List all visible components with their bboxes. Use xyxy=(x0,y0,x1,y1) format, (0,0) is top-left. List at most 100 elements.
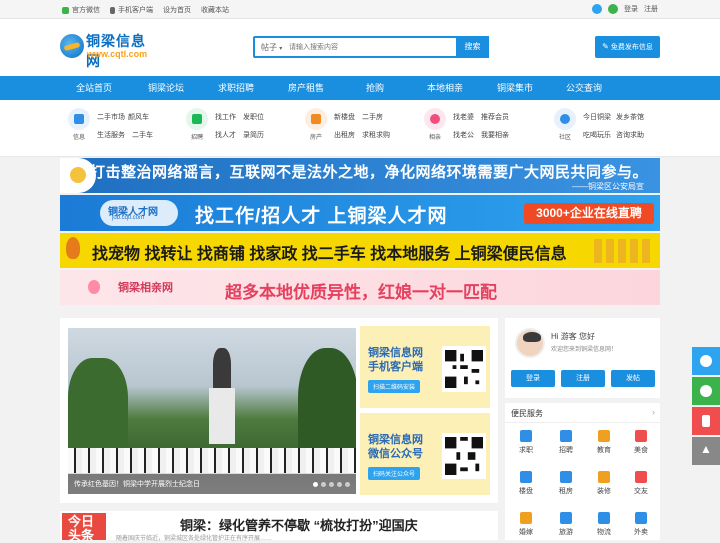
register-button[interactable]: 注册 xyxy=(561,370,605,387)
qr-app-card[interactable]: 铜梁信息网 手机客户端 扫描二维码安装 xyxy=(360,326,490,408)
float-wechat-button[interactable] xyxy=(692,377,720,405)
service-estate[interactable]: 楼盘 xyxy=(507,471,545,501)
service-food[interactable]: 美食 xyxy=(622,430,660,460)
banner-rumor-notice[interactable]: 打击整治网络谣言，互联网不是法外之地，净化网络环境需要广大网民共同参与。 ——铜… xyxy=(60,158,660,193)
category-link[interactable]: 我要相亲 xyxy=(481,130,509,140)
headline-link[interactable]: 铜梁：绿化管养不停歇 “梳妆打扮”迎国庆 xyxy=(180,515,418,534)
service-decor[interactable]: 装修 xyxy=(585,471,623,501)
service-friends[interactable]: 交友 xyxy=(622,471,660,501)
service-wedding[interactable]: 婚嫁 xyxy=(507,512,545,542)
today-headline-badge: 今日 头条 xyxy=(62,513,106,543)
float-top-button[interactable]: ▲ xyxy=(692,437,720,465)
slide-dot[interactable] xyxy=(337,482,342,487)
category-link[interactable]: 找老公 xyxy=(453,130,474,140)
search-box: 帖子 ▾ 搜索 xyxy=(253,36,489,58)
category-link[interactable]: 颜风车 xyxy=(128,112,149,122)
official-wechat-link[interactable]: 官方微信 xyxy=(62,5,100,15)
post-button[interactable]: 发帖 xyxy=(611,370,655,387)
category-link[interactable]: 推荐会员 xyxy=(481,112,509,122)
nav-deals[interactable]: 抢购 xyxy=(343,76,407,100)
nav-market[interactable]: 铜梁集市 xyxy=(483,76,547,100)
category-link[interactable]: 二手房 xyxy=(362,112,383,122)
slide-image xyxy=(68,448,356,473)
float-phone-button[interactable] xyxy=(692,407,720,435)
service-jobseek[interactable]: 求职 xyxy=(507,430,545,460)
house-icon[interactable] xyxy=(305,108,327,130)
category-link[interactable]: 咨询求助 xyxy=(616,130,644,140)
float-service-button[interactable] xyxy=(692,347,720,375)
slide-dot[interactable] xyxy=(321,482,326,487)
qr-wechat-card[interactable]: 铜梁信息网 微信公众号 扫码关注公众号 xyxy=(360,413,490,495)
nav-home[interactable]: 全站首页 xyxy=(62,76,126,100)
service-logistics[interactable]: 物流 xyxy=(585,512,623,542)
qr-install-button[interactable]: 扫描二维码安装 xyxy=(368,380,421,393)
qr-title-line: 微信公众号 xyxy=(368,448,423,460)
nav-dating[interactable]: 本地相亲 xyxy=(413,76,477,100)
register-link[interactable]: 注册 xyxy=(644,4,658,14)
category-link[interactable]: 找人才 xyxy=(215,130,236,140)
category-link[interactable]: 二手市场 xyxy=(97,112,125,122)
slide-image xyxy=(213,348,231,388)
bookmark-link[interactable]: 收藏本站 xyxy=(201,5,229,15)
nav-jobs[interactable]: 求职招聘 xyxy=(204,76,268,100)
rent-icon xyxy=(560,471,572,483)
search-button[interactable]: 搜索 xyxy=(456,36,489,58)
paint-icon xyxy=(598,471,610,483)
service-education[interactable]: 教育 xyxy=(585,430,623,460)
slide-caption: 传承红色基因！铜梁中学开展烈士纪念日 xyxy=(74,481,200,488)
slide-dot[interactable] xyxy=(345,482,350,487)
category-link[interactable]: 二手车 xyxy=(132,130,153,140)
service-rent[interactable]: 租房 xyxy=(547,471,585,501)
chevron-right-icon[interactable]: › xyxy=(652,407,655,417)
category-link[interactable]: 今日铜梁 xyxy=(583,112,611,122)
slide-dot[interactable] xyxy=(329,482,334,487)
service-label: 招聘 xyxy=(559,447,573,454)
category-link[interactable]: 录简历 xyxy=(243,130,264,140)
info-icon[interactable] xyxy=(68,108,90,130)
service-takeout[interactable]: 外卖 xyxy=(622,512,660,542)
banner-services[interactable]: 找宠物 找转让 找商铺 找家政 找二手车 找本地服务 上铜梁便民信息 xyxy=(60,233,660,268)
category-link[interactable]: 发乡茶馆 xyxy=(616,112,644,122)
community-icon[interactable] xyxy=(554,108,576,130)
wechat-login-icon[interactable] xyxy=(608,4,618,14)
mobile-client-link[interactable]: 手机客户端 xyxy=(110,5,153,15)
wechat-icon xyxy=(62,6,69,14)
publish-button[interactable]: ✎ 免费发布信息 xyxy=(595,36,660,58)
banner-talent[interactable]: 铜梁人才网 job.cqtl.com 找工作/招人才 上铜梁人才网 3000+企… xyxy=(60,195,660,231)
set-homepage-link[interactable]: 设为首页 xyxy=(163,5,191,15)
category-link[interactable]: 发职位 xyxy=(243,112,264,122)
category-link[interactable]: 找老婆 xyxy=(453,112,474,122)
category-link[interactable]: 吃喝玩乐 xyxy=(583,130,611,140)
friends-icon xyxy=(635,471,647,483)
banner-dating[interactable]: 铜梁相亲网 超多本地优质异性，红娘一对一匹配 xyxy=(60,270,660,305)
feature-panel: 传承红色基因！铜梁中学开展烈士纪念日 铜梁信息网 手机客户端 扫描二维码安装 铜梁… xyxy=(60,318,498,503)
category-link[interactable]: 新楼盘 xyxy=(334,112,355,122)
category-link[interactable]: 找工作 xyxy=(215,112,236,122)
site-logo[interactable]: 铜梁信息网 www.cqtl.com xyxy=(60,31,160,70)
news-slideshow[interactable]: 传承红色基因！铜梁中学开展烈士纪念日 xyxy=(68,328,356,494)
service-label: 美食 xyxy=(634,447,648,454)
service-label: 旅游 xyxy=(559,529,573,536)
search-category-select[interactable]: 帖子 ▾ xyxy=(261,42,282,53)
category-link[interactable]: 生活服务 xyxy=(97,130,125,140)
nav-real-estate[interactable]: 房产租售 xyxy=(274,76,338,100)
qr-follow-button[interactable]: 扫码关注公众号 xyxy=(368,467,421,480)
category-link[interactable]: 求租求购 xyxy=(362,130,390,140)
slide-image xyxy=(209,388,235,444)
service-travel[interactable]: 旅游 xyxy=(547,512,585,542)
qr-code-icon xyxy=(442,346,486,392)
graduation-cap-icon xyxy=(598,430,610,442)
user-panel: Hi 游客 您好 欢迎您来到铜梁信息网！ 登录 注册 发帖 xyxy=(505,318,660,398)
qq-icon[interactable] xyxy=(592,4,602,14)
login-link[interactable]: 登录 xyxy=(624,4,638,14)
slide-dot[interactable] xyxy=(313,482,318,487)
heart-icon[interactable] xyxy=(424,108,446,130)
service-hiring[interactable]: 招聘 xyxy=(547,430,585,460)
nav-bus[interactable]: 公交查询 xyxy=(552,76,616,100)
banner-text: 打击整治网络谣言，互联网不是法外之地，净化网络环境需要广大网民共同参与。 xyxy=(90,164,649,181)
job-icon[interactable] xyxy=(186,108,208,130)
nav-forum[interactable]: 铜梁论坛 xyxy=(134,76,198,100)
category-link[interactable]: 出租房 xyxy=(334,130,355,140)
login-button[interactable]: 登录 xyxy=(511,370,555,387)
search-input[interactable] xyxy=(289,40,454,54)
